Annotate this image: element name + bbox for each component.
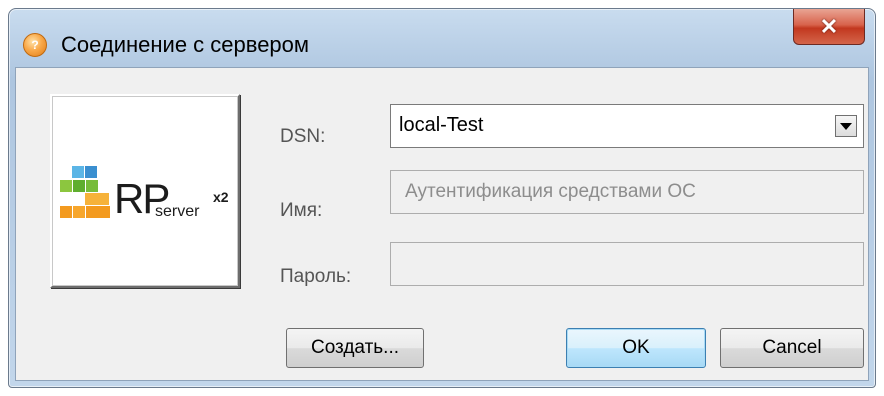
create-button[interactable]: Создать... bbox=[286, 328, 424, 368]
dialog-body: RP server x2 DSN: local-Test Имя: Аутент… bbox=[15, 67, 869, 381]
password-label: Пароль: bbox=[280, 266, 352, 287]
name-label: Имя: bbox=[280, 200, 323, 221]
dialog-window: ? Соединение с сервером ✕ RP server x2 D… bbox=[8, 8, 876, 388]
dsn-select[interactable]: local-Test bbox=[390, 104, 864, 148]
logo-squares-icon bbox=[60, 162, 110, 218]
ok-button[interactable]: OK bbox=[566, 328, 706, 368]
close-icon: ✕ bbox=[819, 13, 839, 39]
dropdown-arrow-icon[interactable] bbox=[835, 115, 857, 137]
logo-x2-text: x2 bbox=[213, 189, 229, 205]
product-logo: RP server x2 bbox=[50, 94, 240, 288]
cancel-button[interactable]: Cancel bbox=[720, 328, 864, 368]
logo-server-text: server bbox=[155, 203, 200, 220]
window-title: Соединение с сервером bbox=[61, 32, 310, 57]
title-bar[interactable]: ? Соединение с сервером ✕ bbox=[9, 9, 875, 67]
name-placeholder: Аутентификация средствами ОС bbox=[405, 181, 696, 202]
app-icon: ? bbox=[23, 33, 47, 57]
dsn-label: DSN: bbox=[280, 126, 326, 147]
password-field bbox=[390, 242, 864, 286]
name-field: Аутентификация средствами ОС bbox=[390, 170, 864, 214]
close-button[interactable]: ✕ bbox=[793, 9, 865, 45]
dsn-value: local-Test bbox=[399, 114, 484, 136]
